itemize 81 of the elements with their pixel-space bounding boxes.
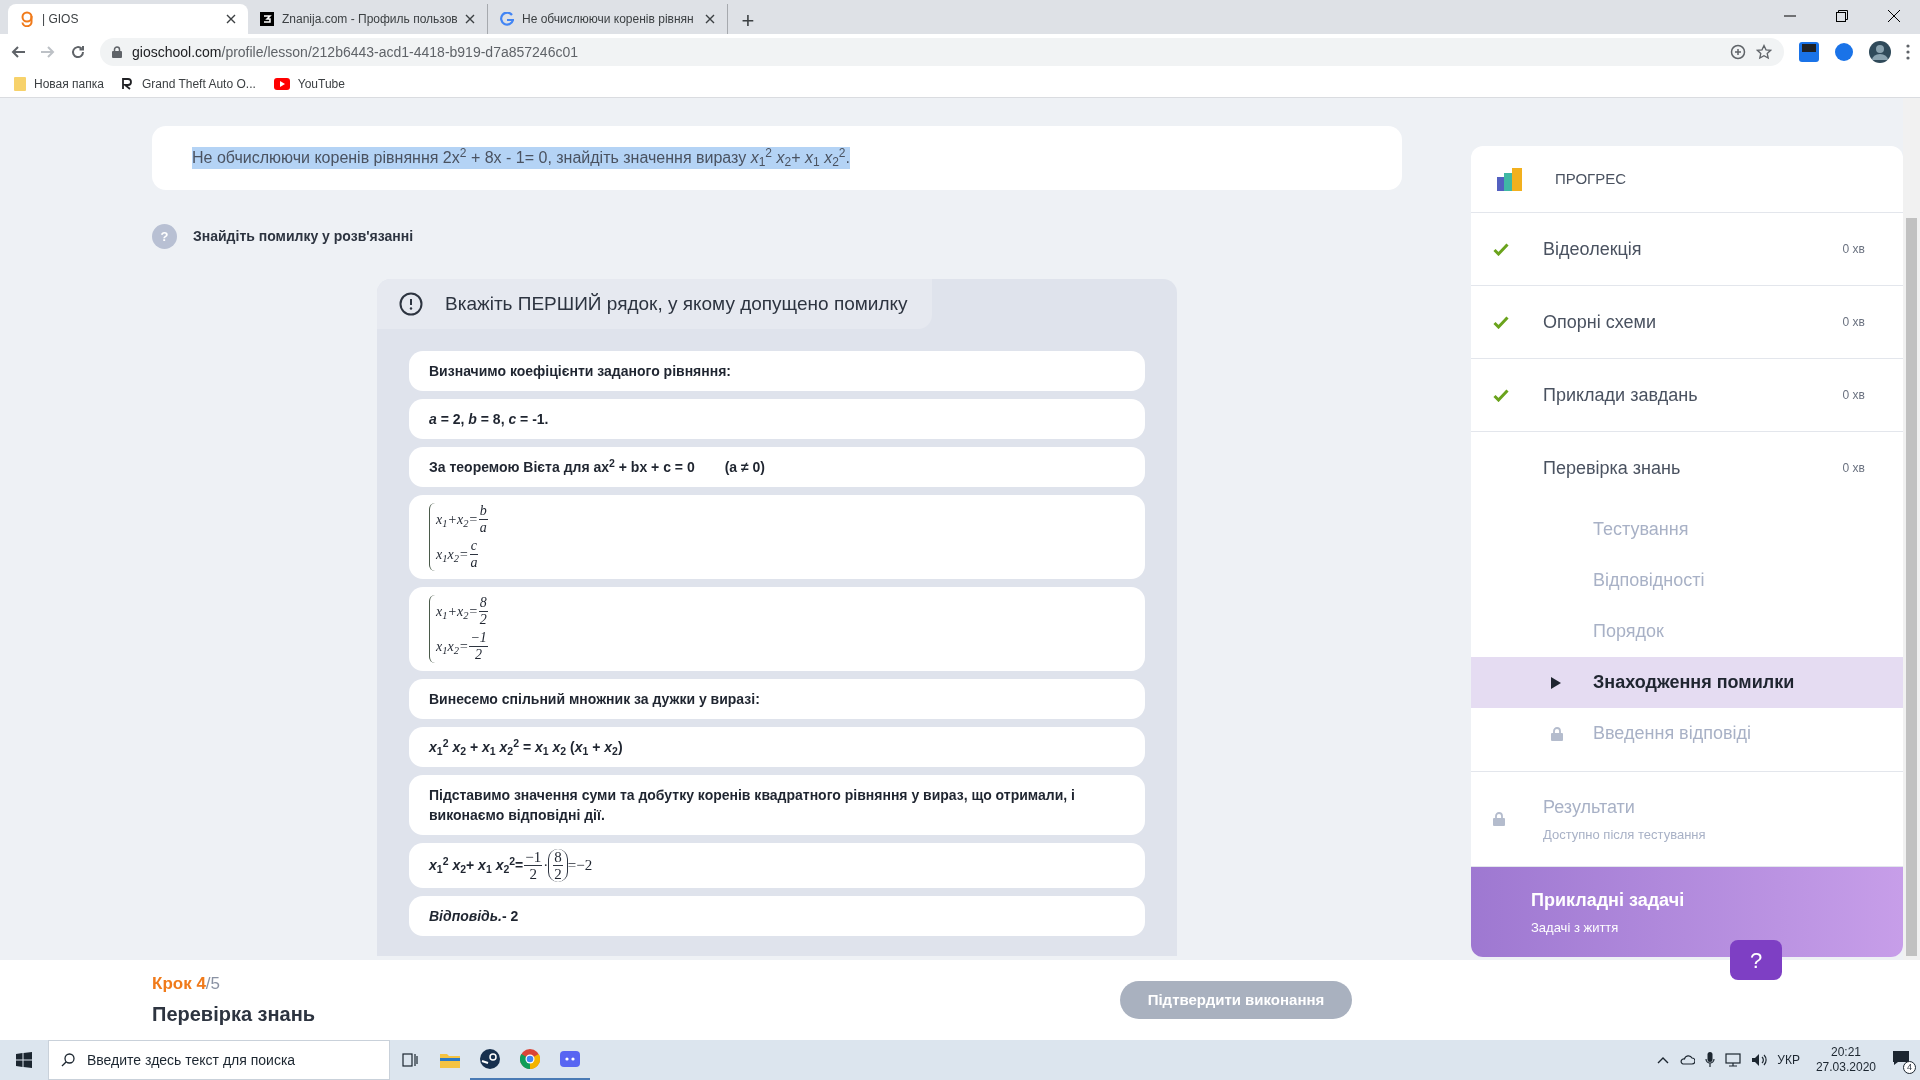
help-badge: ? xyxy=(152,224,177,249)
solution-step[interactable]: Визначимо коефіцієнти заданого рівняння: xyxy=(409,351,1145,391)
check-icon xyxy=(1493,315,1509,329)
close-icon[interactable] xyxy=(465,14,475,24)
network-icon[interactable] xyxy=(1725,1053,1742,1067)
tab-title: Не обчислюючи коренів рівнян xyxy=(522,11,695,28)
play-icon xyxy=(1551,676,1561,689)
progress-item[interactable]: Приклади завдань 0 хв xyxy=(1471,359,1903,431)
progress-item: Результати Доступно після тестування xyxy=(1471,772,1903,866)
folder-icon[interactable] xyxy=(440,1052,460,1068)
check-icon xyxy=(1493,388,1509,402)
duration-text: 0 хв xyxy=(1842,460,1865,477)
close-icon[interactable] xyxy=(705,14,715,24)
url-text: gioschool.com/profile/lesson/212b6443-acd1-4418-b919-d7a857246c01 xyxy=(132,42,579,62)
address-bar[interactable]: gioschool.com/profile/lesson/212b6443-acd1-4418-b919-d7a857246c01 xyxy=(100,38,1784,66)
menu-icon[interactable] xyxy=(1906,44,1910,60)
tab-title: Znanija.com - Профиль пользов xyxy=(282,11,457,28)
steam-logo-icon[interactable] xyxy=(480,1049,500,1069)
question-text: Не обчислюючи коренів рівняння 2x$^{2}$ + 8x - 1= 0, знайдіть значення виразу x$_{1}$$^{2}$ x$_{2}$+ x$_{1}$ x$_{2}$$^{2}$. xyxy=(192,147,850,169)
bookmark[interactable]: Новая папка xyxy=(14,74,104,93)
promo-title: Прикладні задачі xyxy=(1531,888,1686,912)
solution-step[interactable]: x$_{1}$$^{2}$ x$_{2}$ + x$_{1}$ x$_{2}$$^{2}$ = x$_{1}$ x$_{2}$ (x$_{1}$ + x$_{2}$) xyxy=(409,727,1145,767)
folder-icon xyxy=(14,76,26,91)
taskbar-search-field[interactable]: Введите здесь текст для поиска xyxy=(87,1041,377,1079)
progress-title: ПРОГРЕС xyxy=(1555,168,1627,189)
solution-step[interactable]: Відповідь.- 2 xyxy=(409,896,1145,936)
reload-icon[interactable] xyxy=(70,44,86,60)
info-icon xyxy=(399,292,423,316)
solution-step[interactable]: a = 2, b = 8, c = -1. xyxy=(409,399,1145,439)
check-icon xyxy=(1493,242,1509,256)
favicon-icon xyxy=(500,12,514,26)
bookmark[interactable]: YouTube xyxy=(273,74,345,93)
discord-logo-icon[interactable] xyxy=(560,1051,580,1067)
bar-chart-icon xyxy=(1497,167,1523,191)
windows-start-icon[interactable] xyxy=(16,1052,32,1068)
new-tab-button[interactable]: + xyxy=(734,4,762,32)
extension-icon[interactable] xyxy=(1798,41,1820,63)
task-view-icon[interactable] xyxy=(402,1053,418,1067)
help-button[interactable]: ? xyxy=(1730,940,1782,980)
duration-text: 0 хв xyxy=(1842,314,1865,331)
browser-tab[interactable]: | GIOS xyxy=(8,4,248,34)
search-icon xyxy=(61,1053,75,1067)
close-icon[interactable] xyxy=(226,14,236,24)
solution-step[interactable]: Винесемо спільний множник за дужки у виразі: xyxy=(409,679,1145,719)
progress-item[interactable]: Опорні схеми 0 хв xyxy=(1471,286,1903,358)
solution-step[interactable]: За теоремою Вієта для ax$^{2}$ + bx + c = 0 (a ≠ 0) xyxy=(409,447,1145,487)
add-circle-icon[interactable] xyxy=(1730,44,1746,60)
step-counter: Крок 4/5 xyxy=(152,973,222,996)
avatar-icon[interactable] xyxy=(1868,40,1892,64)
chrome-logo-icon[interactable] xyxy=(520,1049,540,1069)
tab-title: | GIOS xyxy=(42,11,80,28)
lock-icon xyxy=(1551,726,1563,741)
clock[interactable]: 20:21 27.03.2020 xyxy=(1809,1045,1882,1075)
progress-subitem: Введення відповіді xyxy=(1471,708,1903,759)
cloud-icon[interactable] xyxy=(1679,1055,1696,1065)
language-indicator[interactable]: УКР xyxy=(1777,1051,1800,1069)
solution-step[interactable]: Підставимо значення суми та добутку коренів квадратного рівняння у вираз, що отримали, і виконаємо відповідні дії. xyxy=(409,775,1145,835)
close-icon[interactable] xyxy=(1888,10,1900,22)
progress-item[interactable]: Перевірка знань 0 хв xyxy=(1471,432,1903,504)
lock-icon xyxy=(1493,812,1505,826)
step-title: Перевірка знань xyxy=(152,1001,317,1027)
play-logo-icon xyxy=(273,77,290,90)
duration-text: 0 хв xyxy=(1842,241,1865,258)
microphone-icon[interactable] xyxy=(1705,1052,1716,1068)
chevron-up-icon[interactable] xyxy=(1657,1056,1670,1064)
star-icon[interactable] xyxy=(1756,44,1772,60)
duration-text: 0 хв xyxy=(1842,387,1865,404)
taskbar-search-box[interactable]: Введите здесь текст для поиска xyxy=(48,1040,390,1080)
bookmark[interactable]: Grand Theft Auto O... xyxy=(121,74,256,93)
instruction-text: Вкажіть ПЕРШИЙ рядок, у якому допущено помилку xyxy=(445,291,908,316)
favicon-icon xyxy=(20,11,34,27)
progress-subitem[interactable]: Знаходження помилки xyxy=(1471,657,1903,708)
speaker-icon[interactable] xyxy=(1751,1053,1768,1067)
promo-subtitle: Задачі з життя xyxy=(1531,918,1620,937)
restore-icon[interactable] xyxy=(1836,10,1848,22)
back-icon[interactable] xyxy=(10,44,26,60)
hint-text: Знайдіть помилку у розв'язанні xyxy=(193,227,414,246)
progress-item[interactable]: Відеолекція 0 хв xyxy=(1471,213,1903,285)
scrollbar[interactable] xyxy=(1903,98,1920,960)
lock-icon xyxy=(112,46,122,58)
favicon-icon xyxy=(260,12,274,26)
